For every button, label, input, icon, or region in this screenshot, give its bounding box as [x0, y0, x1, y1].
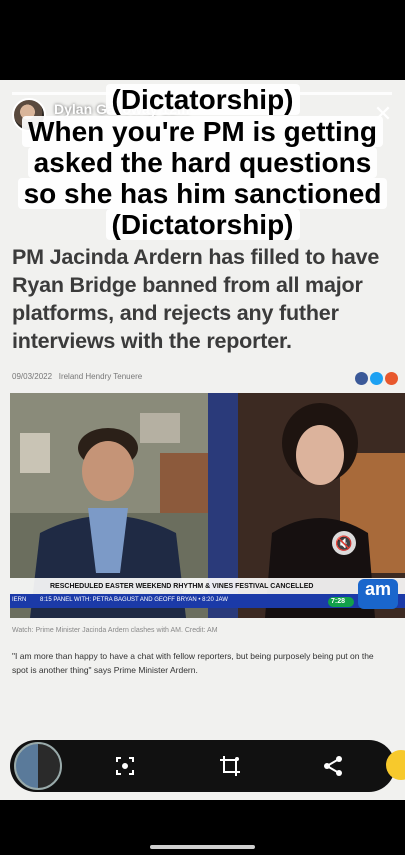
caption-line: asked the hard questions [0, 147, 405, 178]
article-meta: 09/03/2022 Ireland Hendry Tenuere [12, 372, 142, 381]
mute-icon[interactable]: 🔇 [332, 531, 356, 555]
caption-line: so she has him sanctioned [0, 178, 405, 209]
news-ticker-schedule: 8:15 PANEL WITH: PETRA BAGUST AND GEOFF … [40, 597, 228, 603]
news-ticker-headline: RESCHEDULED EASTER WEEKEND RHYTHM & VINE… [50, 583, 314, 590]
caption-line: When you're PM is getting [0, 116, 405, 147]
article-headline: PM Jacinda Ardern has filled to have Rya… [12, 245, 380, 353]
crop-sparkle-icon[interactable] [215, 751, 245, 781]
article-quote: "I am more than happy to have a chat wit… [12, 651, 374, 675]
video-attribution: Watch: Prime Minister Jacinda Ardern cla… [12, 627, 218, 634]
email-icon[interactable] [385, 372, 398, 385]
interview-video-frame[interactable]: RESCHEDULED EASTER WEEKEND RHYTHM & VINE… [10, 393, 405, 618]
story-thumbnail[interactable] [14, 742, 62, 790]
share-buttons [353, 372, 398, 390]
home-indicator[interactable] [150, 845, 255, 849]
article-byline: Ireland Hendry Tenuere [58, 372, 143, 381]
channel-logo: am [365, 579, 392, 599]
caption-line: (Dictatorship) [0, 84, 405, 115]
news-clock: 7:28 [331, 598, 346, 605]
caption-line: (Dictatorship) [0, 209, 405, 240]
twitter-icon[interactable] [370, 372, 383, 385]
scan-icon[interactable] [110, 751, 140, 781]
share-icon[interactable] [318, 751, 348, 781]
news-ticker-left: IERN [12, 597, 27, 603]
article-date: 09/03/2022 [12, 372, 53, 381]
facebook-icon[interactable] [355, 372, 368, 385]
